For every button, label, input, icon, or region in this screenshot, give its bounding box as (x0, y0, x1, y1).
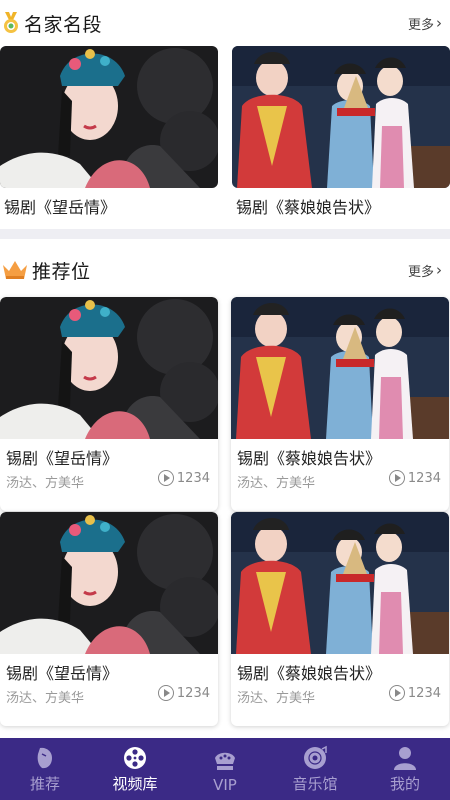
play-count: 1234 (388, 470, 441, 486)
chevron-right-icon: › (436, 261, 442, 279)
film-reel-icon (122, 745, 148, 771)
section-recommended-header: 推荐位 更多 › (0, 252, 450, 288)
play-count-value: 1234 (407, 685, 441, 701)
video-title[interactable]: 锡剧《望岳情》 (4, 194, 116, 218)
video-card[interactable]: 锡剧《蔡娘娘告状》 汤达、方美华 1234 (231, 297, 449, 511)
performers-text: 汤达、方美华 (6, 476, 85, 491)
section-divider (0, 229, 450, 239)
video-thumbnail[interactable] (232, 46, 450, 188)
crown-icon (2, 259, 28, 281)
more-label: 更多 (407, 264, 434, 280)
video-thumbnail[interactable] (0, 46, 218, 188)
video-card[interactable]: 锡剧《蔡娘娘告状》 汤达、方美华 1234 (231, 512, 449, 726)
video-thumbnail[interactable] (231, 297, 449, 439)
section-title: 名家名段 (24, 13, 103, 36)
play-count: 1234 (157, 685, 210, 701)
tab-vip[interactable]: VIP (180, 738, 270, 800)
video-title: 锡剧《蔡娘娘告状》 (237, 664, 382, 683)
play-count: 1234 (157, 470, 210, 486)
performers-text: 汤达、方美华 (6, 691, 85, 706)
play-count-value: 1234 (176, 685, 210, 701)
bottom-tab-bar: 推荐 视频库 VIP 音乐馆 我的 (0, 738, 450, 800)
play-count-value: 1234 (407, 470, 441, 486)
tab-video-library[interactable]: 视频库 (90, 738, 180, 800)
video-title: 锡剧《蔡娘娘告状》 (237, 449, 382, 468)
tab-music-hall[interactable]: 音乐馆 (270, 738, 360, 800)
video-title: 锡剧《望岳情》 (6, 664, 119, 683)
video-thumbnail[interactable] (0, 297, 218, 439)
video-title[interactable]: 锡剧《蔡娘娘告状》 (236, 194, 380, 218)
crown-icon (212, 748, 238, 774)
tab-recommend[interactable]: 推荐 (0, 738, 90, 800)
play-count: 1234 (388, 685, 441, 701)
tab-label: VIP (213, 776, 237, 794)
video-thumbnail[interactable] (0, 512, 218, 654)
video-card[interactable]: 锡剧《望岳情》 汤达、方美华 1234 (0, 512, 218, 726)
section-famous-header: 名家名段 更多 › (0, 5, 450, 41)
play-count-value: 1234 (176, 470, 210, 486)
tab-label: 推荐 (29, 775, 60, 793)
more-label: 更多 (407, 17, 434, 33)
video-title: 锡剧《望岳情》 (6, 449, 119, 468)
video-card[interactable]: 锡剧《望岳情》 汤达、方美华 1234 (0, 297, 218, 511)
chevron-right-icon: › (436, 14, 442, 32)
tab-label: 视频库 (112, 775, 158, 793)
play-icon (388, 470, 405, 486)
tab-label: 音乐馆 (292, 775, 338, 793)
medal-icon (2, 12, 20, 34)
user-icon (392, 745, 418, 771)
play-icon (157, 470, 174, 486)
record-icon (302, 745, 328, 771)
section-title: 推荐位 (32, 260, 91, 283)
performers-text: 汤达、方美华 (237, 691, 316, 706)
tab-mine[interactable]: 我的 (360, 738, 450, 800)
more-link[interactable]: 更多 › (408, 14, 442, 33)
performers-text: 汤达、方美华 (237, 476, 316, 491)
opera-mask-icon (32, 745, 58, 771)
tab-label: 我的 (389, 775, 420, 793)
play-icon (388, 685, 405, 701)
video-thumbnail[interactable] (231, 512, 449, 654)
play-icon (157, 685, 174, 701)
more-link[interactable]: 更多 › (408, 261, 442, 280)
